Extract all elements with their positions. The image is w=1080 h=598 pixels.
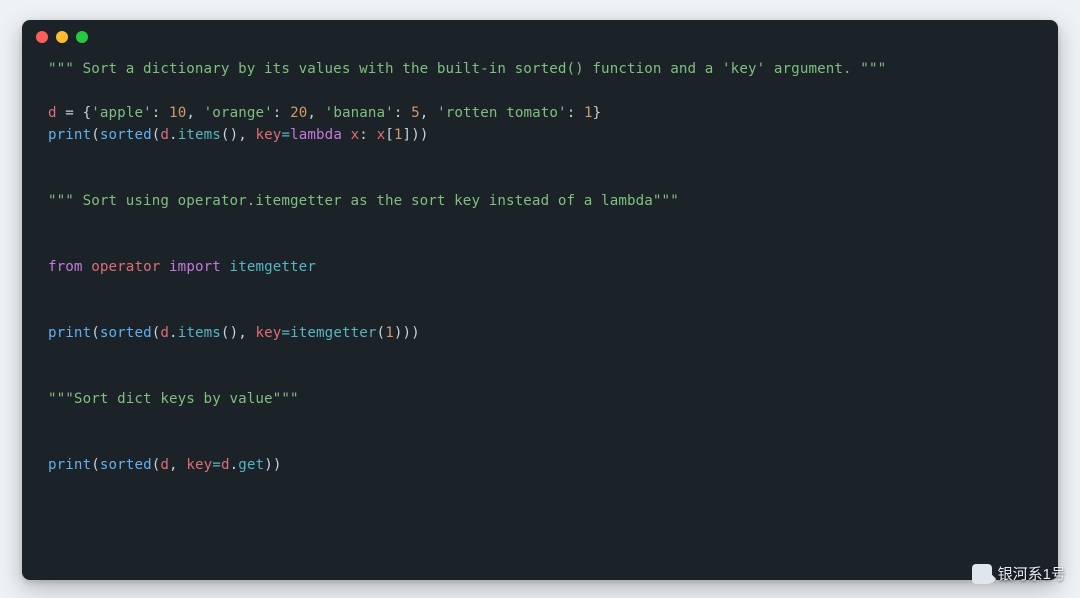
- comma: ,: [420, 105, 437, 121]
- comma: ,: [307, 105, 324, 121]
- code-window: """ Sort a dictionary by its values with…: [22, 20, 1058, 580]
- method-items: items: [178, 325, 221, 341]
- colon: :: [394, 105, 411, 121]
- kw-from: from: [48, 259, 83, 275]
- name-itemgetter: itemgetter: [230, 259, 316, 275]
- docstring-3: """Sort dict keys by value""": [48, 391, 299, 407]
- var-d: d: [160, 325, 169, 341]
- paren-open: (: [91, 457, 100, 473]
- colon: :: [359, 127, 376, 143]
- var-x: x: [377, 127, 386, 143]
- space: [160, 259, 169, 275]
- code-block: """ Sort a dictionary by its values with…: [22, 54, 1058, 496]
- var-d: d: [221, 457, 230, 473]
- zoom-icon[interactable]: [76, 31, 88, 43]
- eq: =: [281, 127, 290, 143]
- var-d: d: [160, 457, 169, 473]
- dict-val-10: 10: [169, 105, 186, 121]
- var-d: d: [48, 105, 57, 121]
- dot: .: [169, 127, 178, 143]
- eq: =: [281, 325, 290, 341]
- window-titlebar: [22, 20, 1058, 54]
- bracket-close: ]: [403, 127, 412, 143]
- dot: .: [230, 457, 239, 473]
- paren-close: ))): [394, 325, 420, 341]
- dot: .: [169, 325, 178, 341]
- space: [342, 127, 351, 143]
- kw-key: key: [256, 127, 282, 143]
- dict-close: }: [593, 105, 602, 121]
- kw-key: key: [186, 457, 212, 473]
- fn-itemgetter: itemgetter: [290, 325, 376, 341]
- eq: =: [212, 457, 221, 473]
- dict-val-20: 20: [290, 105, 307, 121]
- fn-print: print: [48, 325, 91, 341]
- dict-key-banana: 'banana': [325, 105, 394, 121]
- bracket-open: [: [385, 127, 394, 143]
- method-items: items: [178, 127, 221, 143]
- paren-close: )): [411, 127, 428, 143]
- comma: ,: [238, 325, 255, 341]
- dict-open: {: [83, 105, 92, 121]
- close-icon[interactable]: [36, 31, 48, 43]
- fn-sorted: sorted: [100, 127, 152, 143]
- paren-open: (: [377, 325, 386, 341]
- fn-sorted: sorted: [100, 457, 152, 473]
- dict-key-orange: 'orange': [204, 105, 273, 121]
- docstring-1: """ Sort a dictionary by its values with…: [48, 61, 886, 77]
- dict-val-1: 1: [584, 105, 593, 121]
- comma: ,: [186, 105, 203, 121]
- assign-op: =: [57, 105, 83, 121]
- kw-key: key: [256, 325, 282, 341]
- minimize-icon[interactable]: [56, 31, 68, 43]
- kw-import: import: [169, 259, 221, 275]
- paren-open: (: [91, 325, 100, 341]
- arg-1: 1: [385, 325, 394, 341]
- comma: ,: [169, 457, 186, 473]
- dict-key-apple: 'apple': [91, 105, 152, 121]
- dict-key-tomato: 'rotten tomato': [437, 105, 567, 121]
- mod-operator: operator: [91, 259, 160, 275]
- method-get: get: [238, 457, 264, 473]
- docstring-2: """ Sort using operator.itemgetter as th…: [48, 193, 679, 209]
- comma: ,: [238, 127, 255, 143]
- fn-print: print: [48, 127, 91, 143]
- fn-print: print: [48, 457, 91, 473]
- call-parens: (): [221, 325, 238, 341]
- call-parens: (): [221, 127, 238, 143]
- colon: :: [273, 105, 290, 121]
- colon: :: [567, 105, 584, 121]
- dict-val-5: 5: [411, 105, 420, 121]
- var-d: d: [160, 127, 169, 143]
- paren-close: )): [264, 457, 281, 473]
- kw-lambda: lambda: [290, 127, 342, 143]
- paren-open: (: [91, 127, 100, 143]
- index-1: 1: [394, 127, 403, 143]
- fn-sorted: sorted: [100, 325, 152, 341]
- space: [221, 259, 230, 275]
- space: [83, 259, 92, 275]
- colon: :: [152, 105, 169, 121]
- var-x: x: [351, 127, 360, 143]
